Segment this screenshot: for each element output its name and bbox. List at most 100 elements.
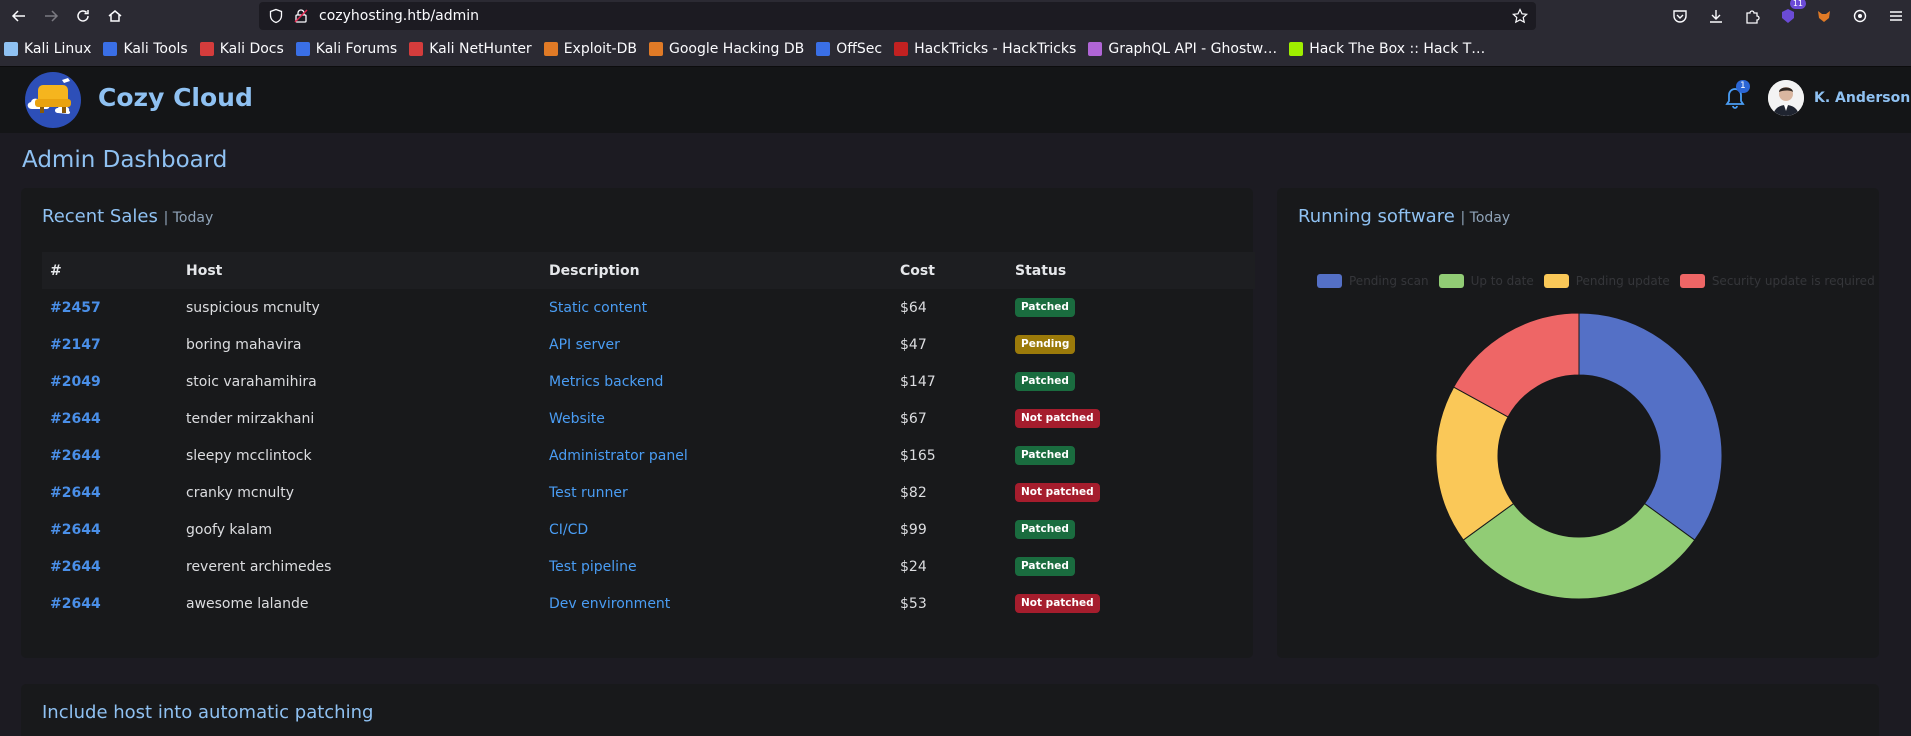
- host-cell: tender mirzakhani: [186, 410, 315, 427]
- home-icon[interactable]: [102, 3, 128, 29]
- bookmark-item[interactable]: Kali Tools: [103, 41, 188, 57]
- status-badge: Not patched: [1015, 483, 1100, 502]
- description-link[interactable]: Dev environment: [541, 585, 892, 622]
- recent-sales-card: Recent Sales | Today # Host Description …: [21, 188, 1255, 658]
- bookmark-item[interactable]: Kali Forums: [295, 41, 397, 57]
- foxyproxy-icon[interactable]: [1811, 3, 1837, 29]
- bookmark-favicon-icon: [543, 42, 558, 56]
- browser-toolbar: cozyhosting.htb/admin 11: [0, 0, 1911, 32]
- table-row: #2644 reverent archimedes Test pipeline $24…: [42, 548, 1255, 585]
- forward-arrow-icon[interactable]: [38, 3, 64, 29]
- bookmark-item[interactable]: Kali Linux: [4, 41, 91, 57]
- row-id-link[interactable]: #2644: [42, 548, 178, 585]
- bookmark-label: Google Hacking DB: [668, 41, 805, 57]
- legend-item[interactable]: Security update is required: [1679, 274, 1875, 288]
- description-link[interactable]: API server: [541, 326, 892, 363]
- bookmark-item[interactable]: Kali Docs: [199, 41, 284, 57]
- legend-item[interactable]: Pending update: [1543, 274, 1670, 288]
- legend-label: Pending update: [1575, 274, 1670, 288]
- brand-name[interactable]: Cozy Cloud: [98, 83, 253, 112]
- running-software-card: Running software | Today Pending scan Up …: [1277, 188, 1879, 658]
- cost-cell: $64: [900, 299, 927, 316]
- row-id-link[interactable]: #2457: [42, 289, 178, 326]
- status-cell: Patched: [1007, 363, 1255, 400]
- settings-icon[interactable]: [1847, 3, 1873, 29]
- status-badge: Patched: [1015, 557, 1075, 576]
- row-id-link[interactable]: #2644: [42, 511, 178, 548]
- notification-bell-icon[interactable]: 1: [1722, 80, 1750, 112]
- bookmark-favicon-icon: [648, 42, 663, 56]
- row-id-link[interactable]: #2147: [42, 326, 178, 363]
- description-link[interactable]: CI/CD: [541, 511, 892, 548]
- row-id-link[interactable]: #2049: [42, 363, 178, 400]
- cost-cell: $99: [900, 521, 927, 538]
- bookmark-star-icon[interactable]: [1511, 8, 1529, 24]
- bookmark-favicon-icon: [103, 42, 118, 56]
- column-header-cost: Cost: [900, 262, 935, 279]
- url-text[interactable]: cozyhosting.htb/admin: [319, 8, 479, 24]
- bookmark-item[interactable]: OffSec: [816, 41, 882, 57]
- row-id-link[interactable]: #2644: [42, 437, 178, 474]
- legend-label: Security update is required: [1711, 274, 1875, 288]
- table-row: #2644 tender mirzakhani Website $67 Not patc…: [42, 400, 1255, 437]
- table-row: #2644 goofy kalam CI/CD $99 Patched: [42, 511, 1255, 548]
- pocket-icon[interactable]: [1667, 3, 1693, 29]
- host-cell: suspicious mcnulty: [186, 299, 320, 316]
- legend-swatch: [1317, 274, 1342, 288]
- table-row: #2457 suspicious mcnulty Static content $64…: [42, 289, 1255, 326]
- menu-icon[interactable]: [1883, 3, 1909, 29]
- bookmark-favicon-icon: [199, 42, 214, 56]
- description-link[interactable]: Test runner: [541, 474, 892, 511]
- username-link[interactable]: K. Anderson: [1814, 90, 1910, 106]
- reload-icon[interactable]: [70, 3, 96, 29]
- downloads-icon[interactable]: [1703, 3, 1729, 29]
- status-badge: Pending: [1015, 335, 1076, 354]
- description-link[interactable]: Static content: [541, 289, 892, 326]
- legend-swatch: [1438, 274, 1464, 288]
- bookmark-item[interactable]: Google Hacking DB: [648, 41, 805, 57]
- legend-item[interactable]: Up to date: [1438, 274, 1534, 288]
- user-avatar[interactable]: [1768, 80, 1804, 116]
- notification-count-badge: 1: [1736, 80, 1750, 93]
- extension-icon[interactable]: 11: [1775, 0, 1806, 29]
- legend-swatch: [1543, 274, 1569, 288]
- description-link[interactable]: Test pipeline: [541, 548, 892, 585]
- recent-sales-heading: Recent Sales: [42, 206, 158, 227]
- bookmark-favicon-icon: [4, 42, 18, 56]
- cozy-cloud-logo[interactable]: [18, 71, 88, 129]
- insecure-lock-icon[interactable]: [293, 8, 309, 24]
- donut-slice[interactable]: [1462, 502, 1696, 600]
- description-link[interactable]: Administrator panel: [541, 437, 892, 474]
- table-row: #2644 awesome lalande Dev environment $53 No…: [42, 585, 1255, 622]
- row-id-link[interactable]: #2644: [42, 585, 178, 622]
- column-header-id: #: [50, 262, 62, 279]
- shield-icon[interactable]: [268, 8, 284, 24]
- bookmark-label: Kali Linux: [24, 41, 92, 57]
- host-cell: awesome lalande: [186, 595, 309, 612]
- bookmark-favicon-icon: [295, 42, 310, 56]
- bookmark-item[interactable]: GraphQL API - Ghostw…: [1088, 41, 1277, 57]
- status-badge: Patched: [1015, 520, 1075, 539]
- bookmark-item[interactable]: Exploit-DB: [543, 41, 637, 57]
- status-badge: Patched: [1015, 372, 1075, 391]
- column-header-host: Host: [186, 262, 223, 279]
- cost-cell: $147: [900, 373, 936, 390]
- address-bar[interactable]: cozyhosting.htb/admin: [259, 2, 1536, 30]
- status-cell: Patched: [1007, 437, 1255, 474]
- bookmark-item[interactable]: Kali NetHunter: [409, 41, 532, 57]
- donut-slice[interactable]: [1578, 312, 1723, 541]
- running-software-title: Running software | Today: [1298, 206, 1510, 227]
- row-id-link[interactable]: #2644: [42, 400, 178, 437]
- back-arrow-icon[interactable]: [6, 3, 32, 29]
- running-software-period: | Today: [1460, 210, 1511, 226]
- bookmark-item[interactable]: Hack The Box :: Hack T…: [1289, 41, 1485, 57]
- description-link[interactable]: Metrics backend: [541, 363, 892, 400]
- description-link[interactable]: Website: [541, 400, 892, 437]
- extensions-puzzle-icon[interactable]: [1739, 3, 1765, 29]
- automatic-patching-card: Include host into automatic patching: [21, 684, 1879, 736]
- bookmarks-bar: Kali Linux Kali Tools Kali Docs Kali Forums…: [0, 32, 1911, 67]
- legend-item[interactable]: Pending scan: [1317, 274, 1429, 288]
- row-id-link[interactable]: #2644: [42, 474, 178, 511]
- bookmark-item[interactable]: HackTricks - HackTricks: [894, 41, 1076, 57]
- cost-cell: $53: [900, 595, 927, 612]
